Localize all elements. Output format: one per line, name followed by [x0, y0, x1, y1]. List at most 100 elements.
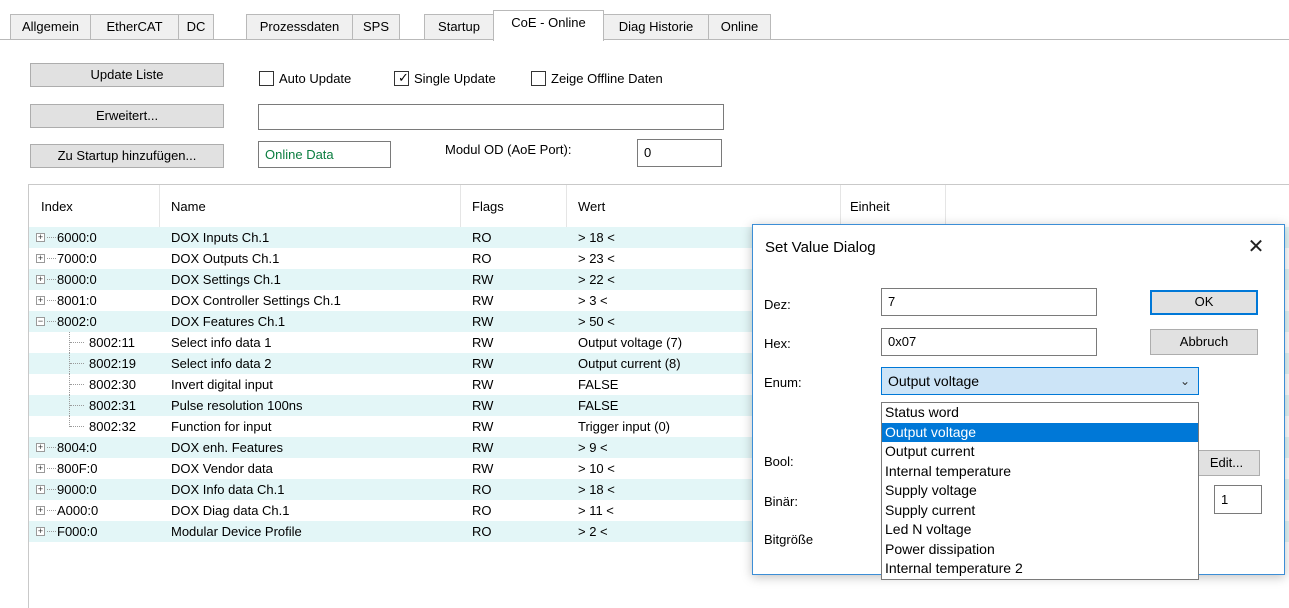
cancel-button[interactable]: Abbruch: [1150, 329, 1258, 355]
set-value-dialog: Set Value Dialog ✕ Dez: 7 Hex: 0x07 Enum…: [752, 224, 1285, 580]
enum-option[interactable]: Output current: [882, 442, 1198, 462]
enum-option[interactable]: Power dissipation: [882, 540, 1198, 560]
enum-option[interactable]: Led N voltage: [882, 520, 1198, 540]
dec-input[interactable]: 7: [881, 288, 1097, 316]
cell-value: > 11 <: [578, 503, 614, 518]
cell-name: DOX Settings Ch.1: [171, 272, 281, 287]
tab-coe-online[interactable]: CoE - Online: [493, 10, 604, 41]
tab-ethercat[interactable]: EtherCAT: [90, 14, 179, 40]
cell-index: 8002:32: [89, 419, 136, 434]
add-to-startup-button[interactable]: Zu Startup hinzufügen...: [30, 144, 224, 168]
ok-button[interactable]: OK: [1150, 290, 1258, 315]
cell-index: 6000:0: [57, 230, 97, 245]
tree-line: [47, 489, 56, 490]
cell-value: FALSE: [578, 377, 619, 392]
path-input[interactable]: [258, 104, 724, 130]
enum-option[interactable]: Output voltage: [882, 422, 1198, 442]
bitsize-input[interactable]: 1: [1214, 485, 1262, 514]
cell-value: Trigger input (0): [578, 419, 670, 434]
tab-prozessdaten[interactable]: Prozessdaten: [246, 14, 353, 40]
extended-button[interactable]: Erweitert...: [30, 104, 224, 128]
column-header-value[interactable]: Wert: [578, 199, 605, 214]
column-separator[interactable]: [159, 185, 160, 227]
online-data-field: Online Data: [258, 141, 391, 168]
enum-option[interactable]: Status word: [882, 403, 1198, 423]
cell-flags: RW: [472, 440, 494, 455]
tab-sps[interactable]: SPS: [352, 14, 400, 40]
cell-name: Modular Device Profile: [171, 524, 302, 539]
tab-diag-historie[interactable]: Diag Historie: [603, 14, 709, 40]
enum-select[interactable]: Output voltage ⌄: [881, 367, 1199, 395]
cell-value: > 18 <: [578, 482, 615, 497]
column-separator[interactable]: [840, 185, 841, 227]
column-separator[interactable]: [566, 185, 567, 227]
bitsize-label: Bitgröße: [764, 532, 814, 547]
enum-option[interactable]: Internal temperature: [882, 462, 1198, 482]
enum-option[interactable]: Supply voltage: [882, 481, 1198, 501]
tree-line: [47, 237, 56, 238]
expand-icon[interactable]: +: [36, 275, 45, 284]
cell-flags: RO: [472, 230, 492, 245]
column-separator[interactable]: [460, 185, 461, 227]
tab-divider: [0, 39, 1289, 40]
hex-input[interactable]: 0x07: [881, 328, 1097, 356]
enum-label: Enum:: [764, 375, 802, 390]
expand-icon[interactable]: +: [36, 485, 45, 494]
cell-name: Select info data 1: [171, 335, 272, 350]
expand-icon[interactable]: +: [36, 464, 45, 473]
column-header-index[interactable]: Index: [41, 199, 73, 214]
tree-line: [70, 342, 84, 343]
cell-flags: RO: [472, 524, 492, 539]
edit-button[interactable]: Edit...: [1193, 450, 1260, 476]
collapse-icon[interactable]: −: [36, 317, 45, 326]
column-header-name[interactable]: Name: [171, 199, 206, 214]
cell-value: > 22 <: [578, 272, 615, 287]
expand-icon[interactable]: +: [36, 443, 45, 452]
expand-icon[interactable]: +: [36, 254, 45, 263]
column-header-flags[interactable]: Flags: [472, 199, 504, 214]
tab-online[interactable]: Online: [708, 14, 771, 40]
table-header: Index Name Flags Wert Einheit: [29, 185, 1289, 227]
expand-icon[interactable]: +: [36, 296, 45, 305]
tree-line: [70, 384, 84, 385]
cell-index: A000:0: [57, 503, 99, 518]
cell-index: 8002:0: [57, 314, 97, 329]
tree-line: [47, 447, 56, 448]
cell-name: DOX Features Ch.1: [171, 314, 286, 329]
close-icon[interactable]: ✕: [1241, 233, 1271, 261]
cell-value: > 18 <: [578, 230, 615, 245]
column-header-unit[interactable]: Einheit: [850, 199, 890, 214]
cell-flags: RO: [472, 503, 492, 518]
enum-selected-value: Output voltage: [888, 373, 980, 389]
auto-update-label: Auto Update: [279, 70, 352, 86]
tree-line: [70, 363, 84, 364]
cell-value: > 3 <: [578, 293, 608, 308]
expand-icon[interactable]: +: [36, 527, 45, 536]
hex-label: Hex:: [764, 336, 791, 351]
expand-icon[interactable]: +: [36, 506, 45, 515]
enum-option[interactable]: Supply current: [882, 501, 1198, 521]
single-update-checkbox[interactable]: ✓ Single Update: [394, 69, 496, 87]
tab-dc[interactable]: DC: [178, 14, 214, 40]
cell-value: > 2 <: [578, 524, 608, 539]
module-od-input[interactable]: 0: [637, 139, 722, 167]
update-list-button[interactable]: Update Liste: [30, 63, 224, 87]
column-separator[interactable]: [945, 185, 946, 227]
tab-startup[interactable]: Startup: [424, 14, 494, 40]
cell-name: Pulse resolution 100ns: [171, 398, 303, 413]
cell-value: > 10 <: [578, 461, 615, 476]
expand-icon[interactable]: +: [36, 233, 45, 242]
show-offline-checkbox[interactable]: Zeige Offline Daten: [531, 69, 663, 87]
cell-name: DOX Inputs Ch.1: [171, 230, 270, 245]
tree-line: [70, 426, 84, 427]
tree-line: [47, 279, 56, 280]
show-offline-label: Zeige Offline Daten: [551, 70, 663, 86]
cell-name: Function for input: [171, 419, 272, 434]
cell-index: 7000:0: [57, 251, 97, 266]
cell-flags: RW: [472, 377, 494, 392]
cell-flags: RW: [472, 356, 494, 371]
tab-allgemein[interactable]: Allgemein: [10, 14, 91, 40]
chevron-down-icon[interactable]: ⌄: [1180, 368, 1190, 394]
enum-option[interactable]: Internal temperature 2: [882, 559, 1198, 579]
auto-update-checkbox[interactable]: Auto Update: [259, 69, 351, 87]
